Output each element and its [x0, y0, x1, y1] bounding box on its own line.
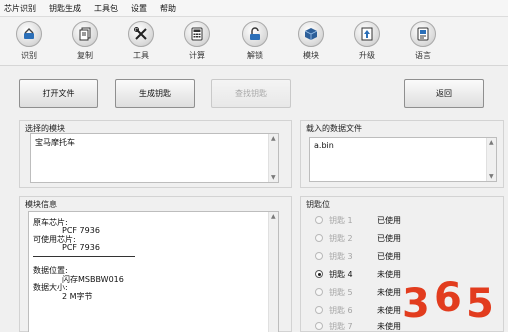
module-info-panel: 模块信息 原车芯片: PCF 7936 可使用芯片: PCF 7936 数据位置…	[19, 196, 292, 332]
toolbar: 识别 复制 工具 计算 解锁 模块 升级 语言	[0, 17, 508, 66]
key-slot-row[interactable]: 钥匙 4 未使用	[315, 268, 401, 280]
language-icon	[410, 21, 436, 47]
key-slot-label: 钥匙 2	[329, 233, 353, 243]
key-slot-radio	[315, 252, 323, 260]
loaded-file-title: 载入的数据文件	[306, 124, 362, 133]
key-slot-radio[interactable]	[315, 306, 323, 314]
key-slot-label[interactable]: 钥匙 7	[329, 321, 377, 332]
toolbar-language-label: 语言	[415, 51, 431, 60]
toolbar-upgrade-button[interactable]: 升级	[347, 21, 387, 61]
unlock-icon	[242, 21, 268, 47]
toolbar-identify-label: 识别	[21, 51, 37, 60]
tools-icon	[128, 21, 154, 47]
toolbar-copy-label: 复制	[77, 51, 93, 60]
watermark-digit: 5	[466, 281, 494, 327]
key-slot-label[interactable]: 钥匙 6	[329, 305, 377, 316]
info-divider	[33, 256, 135, 257]
usable-chip-value: PCF 7936	[62, 243, 100, 252]
toolbar-unlock-button[interactable]: 解锁	[235, 21, 275, 61]
find-key-button: 查找钥匙	[211, 79, 291, 108]
menu-chip-identify[interactable]: 芯片识别	[4, 3, 36, 14]
key-slot-row: 钥匙 3 已使用	[315, 250, 401, 262]
toolbar-calc-label: 计算	[189, 51, 205, 60]
copy-icon	[72, 21, 98, 47]
key-slot-status: 已使用	[377, 215, 401, 225]
key-slot-label[interactable]: 钥匙 5	[329, 287, 377, 298]
upgrade-icon	[354, 21, 380, 47]
key-slot-row: 钥匙 2 已使用	[315, 232, 401, 244]
scan-icon	[16, 21, 42, 47]
key-slot-status: 已使用	[377, 251, 401, 261]
key-slot-row[interactable]: 钥匙 7 未使用	[315, 320, 401, 332]
key-slot-label: 钥匙 1	[329, 215, 353, 225]
toolbar-module-label: 模块	[303, 51, 319, 60]
data-size-value: 2 M字节	[62, 292, 93, 301]
watermark-digit: 6	[434, 275, 462, 321]
back-button[interactable]: 返回	[404, 79, 484, 108]
selected-module-value: 宝马摩托车	[35, 138, 75, 147]
calculator-icon	[184, 21, 210, 47]
toolbar-copy-button[interactable]: 复制	[65, 21, 105, 61]
selected-module-scrollbar[interactable]: ▲ ▼	[268, 134, 278, 182]
toolbar-identify-button[interactable]: 识别	[9, 21, 49, 61]
loaded-file-panel: 载入的数据文件 a.bin ▲ ▼	[300, 120, 504, 188]
menu-help[interactable]: 帮助	[160, 3, 176, 14]
key-slot-radio	[315, 216, 323, 224]
toolbar-unlock-label: 解锁	[247, 51, 263, 60]
key-slot-radio[interactable]	[315, 288, 323, 296]
toolbar-tools-label: 工具	[133, 51, 149, 60]
toolbar-calc-button[interactable]: 计算	[177, 21, 217, 61]
generate-key-button[interactable]: 生成钥匙	[115, 79, 195, 108]
data-location-value: 闪存MSBBW016	[62, 275, 124, 284]
loaded-file-box[interactable]: a.bin ▲ ▼	[309, 137, 497, 182]
toolbar-language-button[interactable]: 语言	[403, 21, 443, 61]
scroll-down-icon[interactable]: ▼	[489, 173, 494, 180]
module-info-title: 模块信息	[25, 200, 57, 209]
open-file-button[interactable]: 打开文件	[19, 79, 98, 108]
menu-key-generate[interactable]: 钥匙生成	[49, 3, 81, 14]
key-slots-title: 钥匙位	[306, 200, 330, 209]
menu-bar: 芯片识别 钥匙生成 工具包 设置 帮助	[0, 0, 508, 17]
module-info-scrollbar[interactable]: ▲	[268, 212, 278, 332]
key-slot-row[interactable]: 钥匙 5 未使用	[315, 286, 401, 298]
scroll-up-icon[interactable]: ▲	[271, 135, 276, 142]
toolbar-upgrade-label: 升级	[359, 51, 375, 60]
toolbar-module-button[interactable]: 模块	[291, 21, 331, 61]
loaded-file-value: a.bin	[314, 141, 334, 150]
module-icon	[298, 21, 324, 47]
key-slot-row: 钥匙 1 已使用	[315, 214, 401, 226]
selected-module-panel: 选择的模块 宝马摩托车 ▲ ▼	[19, 120, 292, 188]
watermark-logo: 3 6 5	[396, 276, 504, 330]
scroll-down-icon[interactable]: ▼	[271, 174, 276, 181]
key-slot-row[interactable]: 钥匙 6 未使用	[315, 304, 401, 316]
key-slot-label: 钥匙 3	[329, 251, 353, 261]
watermark-digit: 3	[402, 281, 430, 327]
module-info-box: 原车芯片: PCF 7936 可使用芯片: PCF 7936 数据位置: 闪存M…	[28, 211, 279, 332]
scroll-up-icon[interactable]: ▲	[489, 139, 494, 146]
key-slot-label[interactable]: 钥匙 4	[329, 269, 377, 280]
scroll-up-icon[interactable]: ▲	[271, 213, 276, 220]
menu-settings[interactable]: 设置	[131, 3, 147, 14]
key-slot-radio[interactable]	[315, 322, 323, 330]
key-slot-radio	[315, 234, 323, 242]
selected-module-box[interactable]: 宝马摩托车 ▲ ▼	[30, 133, 279, 183]
toolbar-tools-button[interactable]: 工具	[121, 21, 161, 61]
key-slot-radio[interactable]	[315, 270, 323, 278]
key-slot-status: 已使用	[377, 233, 401, 243]
menu-toolkit[interactable]: 工具包	[94, 3, 118, 14]
loaded-file-scrollbar[interactable]: ▲ ▼	[486, 138, 496, 181]
